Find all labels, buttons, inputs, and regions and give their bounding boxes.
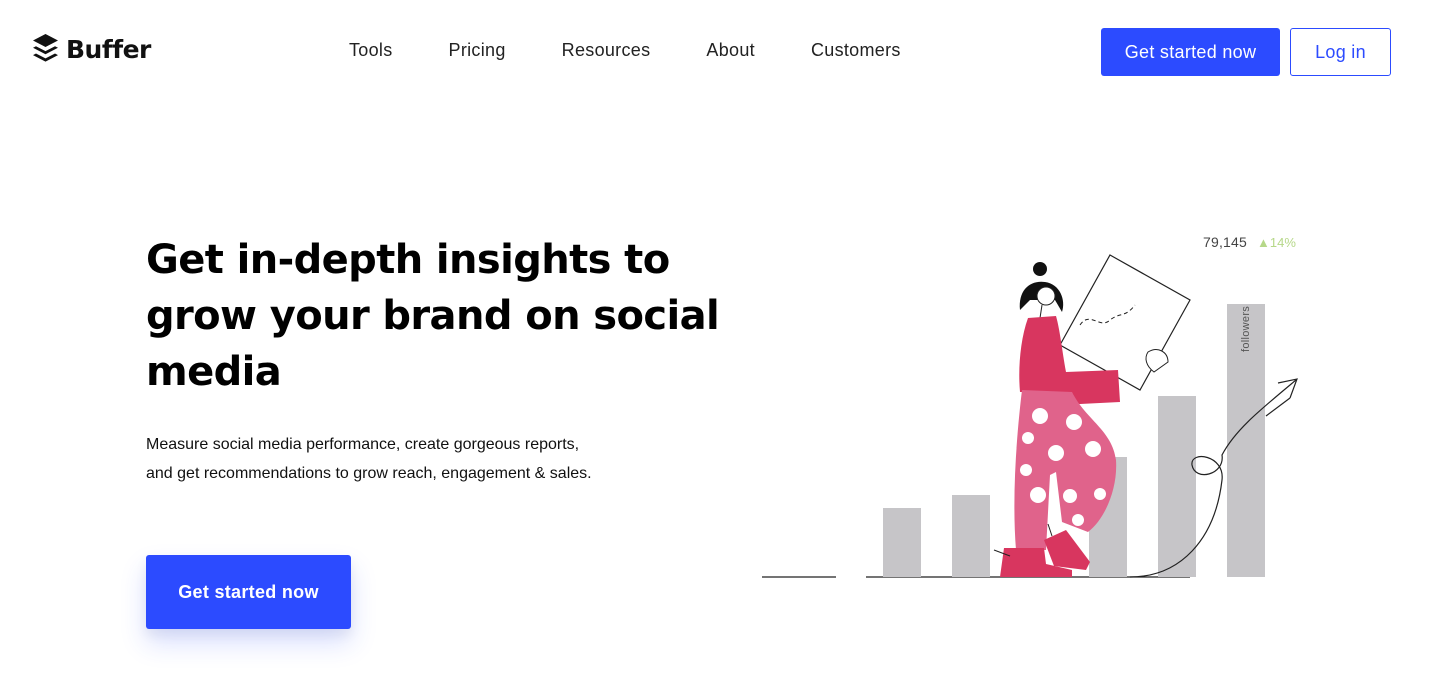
polka-dot <box>1066 414 1082 430</box>
buffer-layers-icon <box>33 34 58 62</box>
shoe-lace <box>1047 523 1053 537</box>
hero-subtitle: Measure social media performance, create… <box>146 436 592 482</box>
paper-scribble <box>1079 304 1136 326</box>
arrow-tail <box>1265 397 1291 417</box>
followers-bar-label: followers <box>1240 305 1252 352</box>
hair <box>1019 281 1064 312</box>
polka-dot <box>1048 445 1064 461</box>
nav-item-about[interactable]: About <box>706 40 755 61</box>
buffer-logo[interactable]: Buffer <box>32 33 151 65</box>
face <box>1036 286 1056 306</box>
header-get-started-button[interactable]: Get started now <box>1101 28 1280 76</box>
nav-item-tools[interactable]: Tools <box>349 40 393 61</box>
polka-dot <box>1020 464 1032 476</box>
arrow-head-icon <box>1277 378 1298 399</box>
polka-dot <box>1030 487 1046 503</box>
right-shoe <box>1044 530 1090 570</box>
brand-name: Buffer <box>66 34 151 64</box>
page: Buffer Tools Pricing Resources About Cus… <box>0 0 1430 694</box>
neck <box>1039 304 1043 319</box>
paper-sheet <box>1059 254 1191 391</box>
hero-get-started-button[interactable]: Get started now <box>146 555 351 629</box>
hair-bun <box>1033 262 1047 276</box>
nav-item-customers[interactable]: Customers <box>811 40 901 61</box>
polka-dot <box>1022 432 1034 444</box>
main-nav: Tools Pricing Resources About Customers <box>349 40 901 61</box>
left-shoe <box>1000 548 1072 577</box>
polka-dot <box>1085 441 1101 457</box>
chart-bar-4 <box>1089 457 1127 577</box>
growth-line <box>1129 379 1297 578</box>
pants <box>1014 390 1117 550</box>
hand <box>1145 349 1169 373</box>
nav-item-resources[interactable]: Resources <box>562 40 651 61</box>
polka-dot <box>1032 408 1048 424</box>
shoe-lace <box>993 549 1011 557</box>
polka-dot <box>1094 488 1106 500</box>
followers-change: ▲14% <box>1257 235 1296 250</box>
polka-dot <box>1063 489 1077 503</box>
chart-bar-5 <box>1158 396 1196 577</box>
hero-title: Get in-depth insights to grow your brand… <box>146 237 720 395</box>
torso <box>1019 316 1120 405</box>
followers-stat: 79,145 ▲14% <box>1203 234 1296 250</box>
chart-bar-1 <box>883 508 921 577</box>
login-button[interactable]: Log in <box>1290 28 1391 76</box>
chart-bar-2 <box>952 495 990 577</box>
nav-item-pricing[interactable]: Pricing <box>449 40 506 61</box>
followers-count: 79,145 <box>1203 234 1248 250</box>
polka-dot <box>1072 514 1084 526</box>
